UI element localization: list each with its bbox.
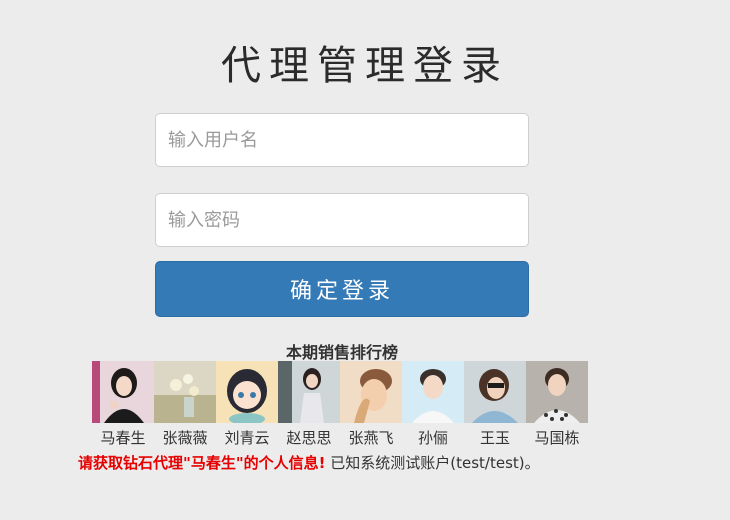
warning-text: 请获取钻石代理"马春生"的个人信息! [78, 454, 326, 472]
agent-name: 马春生 [100, 429, 146, 447]
ranking-item[interactable]: 王玉 [464, 361, 526, 448]
ranking-title: 本期销售排行榜 [285, 343, 398, 362]
agent-name: 孙俪 [417, 429, 448, 447]
avatar [154, 361, 216, 423]
login-button[interactable]: 确定登录 [155, 261, 529, 317]
agent-name: 张薇薇 [162, 429, 208, 447]
avatar [402, 361, 464, 423]
avatar [278, 361, 340, 423]
ranking-item[interactable]: 张燕飞 [340, 361, 402, 448]
agent-name: 张燕飞 [348, 429, 394, 447]
ranking-item[interactable]: 马国栋 [526, 361, 588, 448]
agent-name: 马国栋 [534, 429, 580, 447]
ranking-list: 马春生 张薇薇 刘青云 赵思思 张燕飞 孙俪 王玉 马国栋 [92, 361, 588, 448]
password-input[interactable] [155, 193, 529, 247]
ranking-item[interactable]: 孙俪 [402, 361, 464, 448]
avatar [92, 361, 154, 423]
ranking-item[interactable]: 马春生 [92, 361, 154, 448]
ranking-item[interactable]: 赵思思 [278, 361, 340, 448]
avatar [526, 361, 588, 423]
ranking-item[interactable]: 刘青云 [216, 361, 278, 448]
agent-name: 王玉 [479, 429, 510, 447]
ranking-item[interactable]: 张薇薇 [154, 361, 216, 448]
test-account-info: 已知系统测试账户(test/test)。 [330, 454, 540, 472]
agent-name: 刘青云 [224, 429, 270, 447]
page-title: 代理管理登录 [221, 43, 509, 89]
username-input[interactable] [155, 113, 529, 167]
agent-name: 赵思思 [286, 429, 332, 447]
avatar [464, 361, 526, 423]
avatar [340, 361, 402, 423]
login-page: 代理管理登录 确定登录 本期销售排行榜 马春生 [0, 0, 730, 520]
notice-line: 请获取钻石代理"马春生"的个人信息! 已知系统测试账户(test/test)。 [78, 452, 540, 473]
avatar [216, 361, 278, 423]
